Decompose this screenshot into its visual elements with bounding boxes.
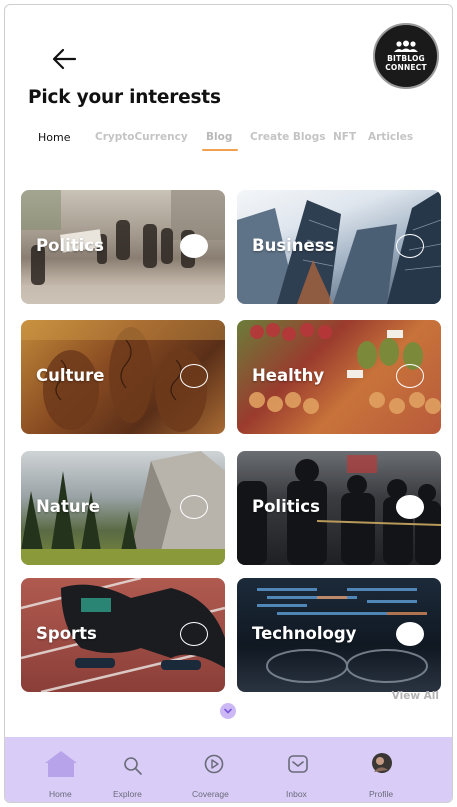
search-icon: [124, 757, 142, 775]
select-radio[interactable]: [180, 495, 208, 519]
tab-home[interactable]: Home: [38, 131, 70, 144]
interest-card-technology[interactable]: Technology: [237, 578, 441, 692]
nav-profile[interactable]: Profile: [365, 737, 399, 802]
interest-card-politics[interactable]: Politics: [21, 190, 225, 304]
page-title: Pick your interests: [28, 87, 221, 108]
nav-home[interactable]: Home: [43, 737, 79, 802]
select-radio[interactable]: [396, 364, 424, 388]
interest-label: Healthy: [252, 366, 325, 385]
tab-underline-indicator: [202, 149, 238, 151]
people-group-icon: [394, 40, 418, 52]
inbox-icon: [288, 755, 308, 773]
select-radio[interactable]: [396, 622, 424, 646]
nav-coverage[interactable]: Coverage: [191, 737, 237, 802]
select-radio[interactable]: [396, 234, 424, 258]
nav-explore-label: Explore: [113, 789, 142, 799]
interest-label: Technology: [252, 624, 357, 643]
home-icon: [45, 751, 77, 777]
select-radio[interactable]: [180, 622, 208, 646]
bitblog-logo: BITBLOG CONNECT: [373, 23, 439, 89]
tab-nft[interactable]: NFT: [333, 131, 356, 143]
nav-profile-label: Profile: [369, 789, 394, 799]
nav-explore[interactable]: Explore: [113, 737, 153, 802]
chevron-down-icon: [224, 708, 232, 714]
category-tabs: Home CryptoCurrency Blog Create Blogs NF…: [5, 127, 452, 157]
nav-inbox-label: Inbox: [286, 789, 307, 799]
select-radio[interactable]: [180, 364, 208, 388]
phone-frame: BITBLOG CONNECT Pick your interests Home…: [4, 4, 453, 803]
avatar-icon: [372, 753, 392, 773]
nav-coverage-label: Coverage: [192, 789, 229, 799]
interest-label: Politics: [36, 236, 104, 255]
scroll-down-button[interactable]: [220, 703, 236, 719]
tab-blog[interactable]: Blog: [206, 131, 232, 143]
logo-text-line1: BITBLOG: [387, 54, 425, 63]
select-radio[interactable]: [396, 495, 424, 519]
interest-card-business[interactable]: Business: [237, 190, 441, 304]
interest-label: Business: [252, 236, 335, 255]
view-all-link[interactable]: View All: [392, 690, 439, 702]
interest-card-politics-2[interactable]: Politics: [237, 451, 441, 565]
tab-cryptocurrency[interactable]: CryptoCurrency: [95, 131, 188, 143]
bottom-navigation: Home Explore Coverage Inbox Profile: [5, 737, 452, 802]
interest-label: Nature: [36, 497, 100, 516]
arrow-left-icon: [52, 48, 77, 70]
interest-card-culture[interactable]: Culture: [21, 320, 225, 434]
interest-label: Culture: [36, 366, 105, 385]
select-radio[interactable]: [180, 234, 208, 258]
interest-card-healthy[interactable]: Healthy: [237, 320, 441, 434]
nav-home-label: Home: [49, 789, 72, 799]
interest-card-sports[interactable]: Sports: [21, 578, 225, 692]
tab-create-blogs[interactable]: Create Blogs: [250, 131, 325, 143]
back-button[interactable]: [49, 45, 81, 73]
interest-card-nature[interactable]: Nature: [21, 451, 225, 565]
play-circle-icon: [204, 754, 224, 774]
logo-text-line2: CONNECT: [385, 63, 427, 72]
tab-articles[interactable]: Articles: [368, 131, 413, 143]
interest-label: Sports: [36, 624, 97, 643]
interest-label: Politics: [252, 497, 320, 516]
nav-inbox[interactable]: Inbox: [283, 737, 313, 802]
